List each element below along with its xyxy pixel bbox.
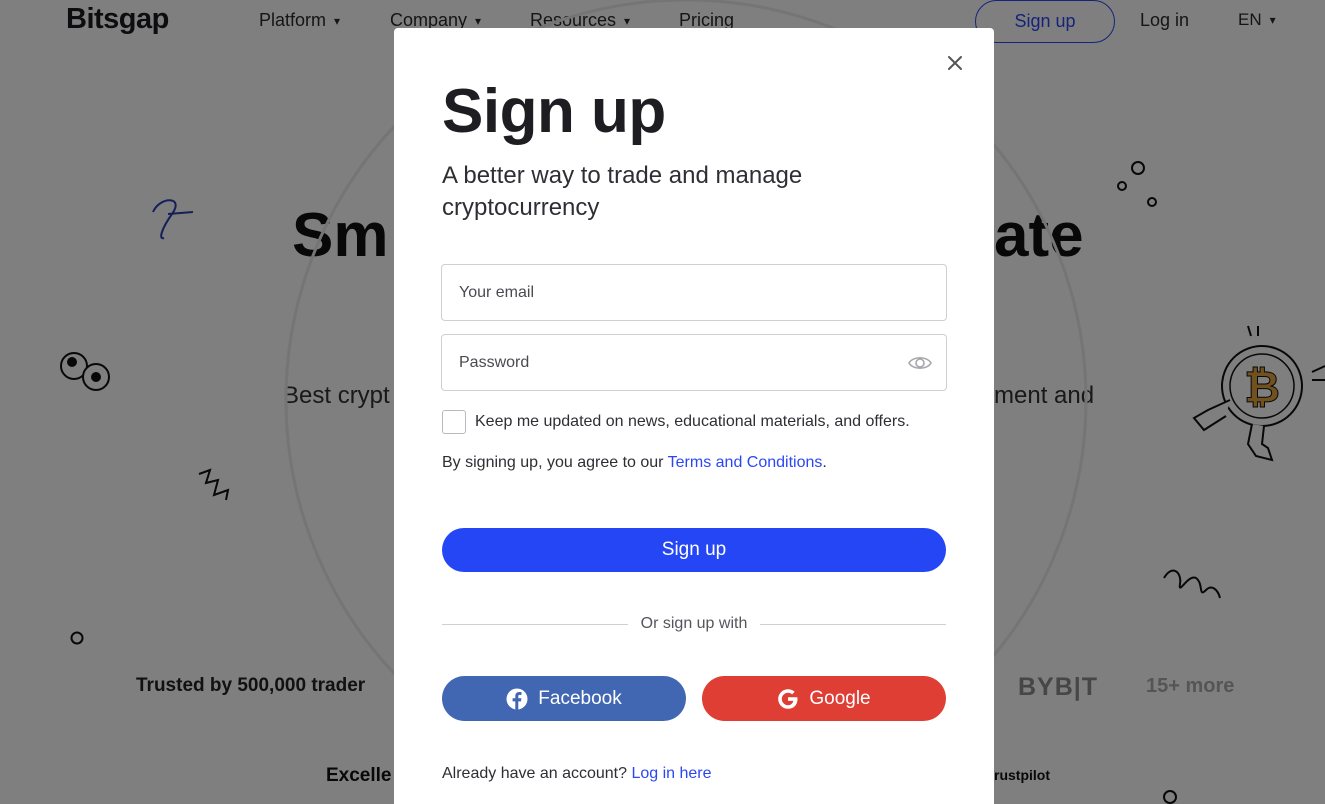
google-icon [778, 688, 798, 709]
divider-line [760, 624, 946, 625]
eye-icon[interactable] [908, 352, 932, 374]
facebook-signup-button[interactable]: Facebook [442, 676, 686, 721]
modal-subtitle: A better way to trade and manage cryptoc… [442, 162, 803, 221]
close-icon [948, 56, 962, 70]
signup-submit-button[interactable]: Sign up [442, 528, 946, 572]
terms-text: By signing up, you agree to our Terms an… [442, 454, 827, 472]
login-prompt-text: Already have an account? [442, 765, 632, 782]
email-field[interactable] [441, 264, 947, 321]
signup-modal: Sign up A better way to trade and manage… [394, 28, 994, 804]
password-field[interactable] [441, 334, 947, 391]
newsletter-label: Keep me updated on news, educational mat… [475, 413, 910, 430]
google-signup-button[interactable]: Google [702, 676, 946, 721]
newsletter-option[interactable]: Keep me updated on news, educational mat… [442, 410, 910, 434]
terms-suffix: . [822, 454, 827, 471]
social-divider: Or sign up with [442, 614, 946, 634]
login-prompt: Already have an account? Log in here [442, 765, 712, 783]
terms-link[interactable]: Terms and Conditions [668, 454, 823, 471]
newsletter-checkbox[interactable] [442, 410, 466, 434]
password-input[interactable] [442, 335, 946, 390]
google-label: Google [809, 687, 871, 709]
terms-prefix: By signing up, you agree to our [442, 454, 668, 471]
close-button[interactable] [942, 50, 968, 76]
facebook-label: Facebook [538, 687, 622, 709]
modal-title: Sign up [442, 77, 666, 146]
facebook-icon [506, 688, 528, 709]
login-link[interactable]: Log in here [631, 765, 711, 782]
email-input[interactable] [442, 265, 946, 320]
